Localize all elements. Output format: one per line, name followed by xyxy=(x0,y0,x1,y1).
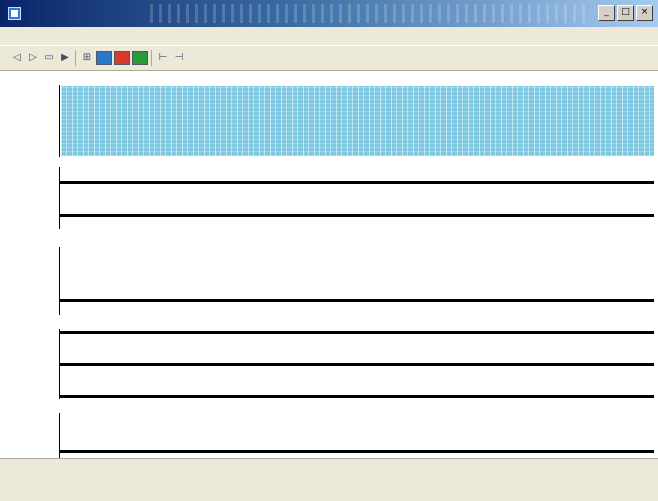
zoom-in-icon[interactable]: ◁ xyxy=(10,51,24,65)
status-bar xyxy=(0,458,658,501)
trace-line xyxy=(59,181,654,184)
range-right-icon[interactable]: ⊣ xyxy=(172,51,186,65)
trace-panel xyxy=(0,71,658,458)
trace-line xyxy=(59,450,654,453)
app-window: _ □ × ◁ ▷ ▭ ▶ ⊞ ⊢ ⊣ xyxy=(0,0,658,501)
toolbar: ◁ ▷ ▭ ▶ ⊞ ⊢ ⊣ xyxy=(0,45,658,71)
toolbar-separator xyxy=(151,50,152,66)
title-bar-decoration xyxy=(150,4,590,23)
y-axis xyxy=(59,247,60,315)
cursor-icon[interactable]: ▶ xyxy=(58,51,72,65)
trace-3[interactable] xyxy=(0,237,658,319)
y-axis xyxy=(59,85,60,157)
color-blue-icon[interactable] xyxy=(96,51,112,65)
trace-line xyxy=(59,395,654,398)
title-bar[interactable]: _ □ × xyxy=(0,0,658,27)
range-left-icon[interactable]: ⊢ xyxy=(156,51,170,65)
fit-icon[interactable]: ▭ xyxy=(42,51,56,65)
maximize-button[interactable]: □ xyxy=(617,5,634,21)
trace-line xyxy=(59,363,654,366)
zoom-out-icon[interactable]: ▷ xyxy=(26,51,40,65)
minimize-button[interactable]: _ xyxy=(598,5,615,21)
trace-line xyxy=(59,299,654,302)
color-green-icon[interactable] xyxy=(132,51,148,65)
trace-4[interactable] xyxy=(0,319,658,401)
trace-5[interactable] xyxy=(0,401,658,458)
trace-spectrogram[interactable] xyxy=(0,71,658,157)
app-icon[interactable] xyxy=(8,7,21,20)
close-button[interactable]: × xyxy=(636,5,653,21)
trace-line xyxy=(59,214,654,217)
window-controls: _ □ × xyxy=(598,5,653,21)
spectrogram-image xyxy=(61,86,654,156)
trace-line xyxy=(59,331,654,334)
y-axis xyxy=(59,167,60,229)
color-red-icon[interactable] xyxy=(114,51,130,65)
trace-2[interactable] xyxy=(0,157,658,237)
toolbar-separator xyxy=(75,50,76,66)
grid-icon[interactable]: ⊞ xyxy=(80,51,94,65)
menu-bar xyxy=(0,27,658,45)
